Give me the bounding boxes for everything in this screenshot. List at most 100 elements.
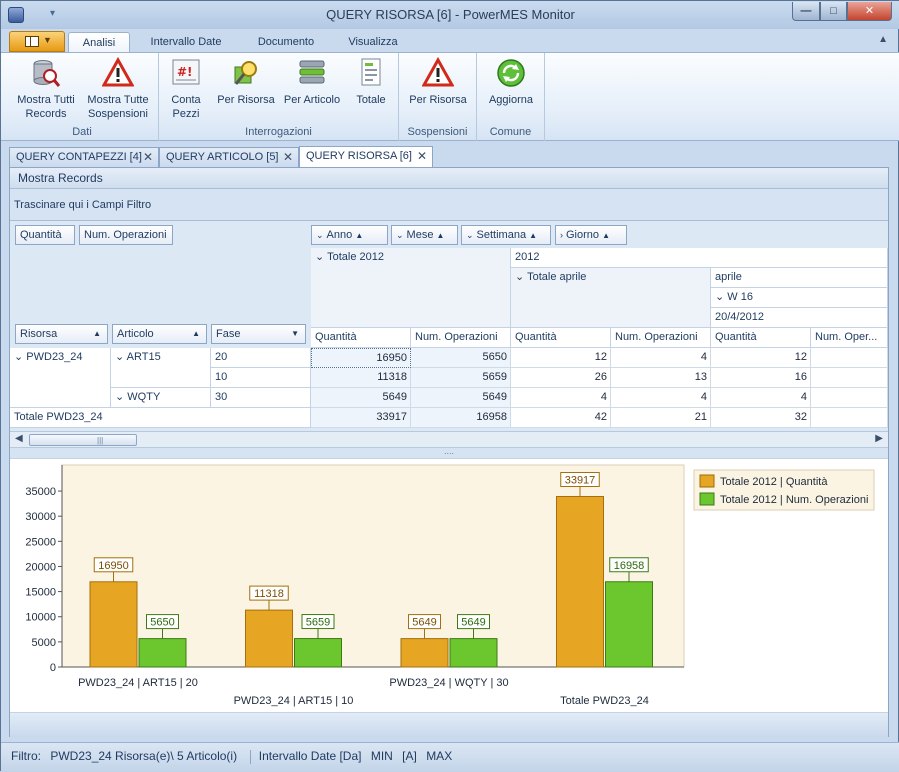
pivot-cell[interactable]: 5649 bbox=[411, 388, 511, 408]
scrollbar-thumb[interactable]: ||| bbox=[29, 434, 137, 446]
pivot-cell[interactable]: 5649 bbox=[311, 388, 411, 408]
bar-num-operazioni bbox=[138, 638, 187, 668]
pivot-total-cell[interactable]: 21 bbox=[611, 408, 711, 428]
date-range-label: Intervallo Date [Da] bbox=[258, 749, 362, 763]
col-header-2012[interactable]: 2012 bbox=[511, 248, 888, 268]
conta-pezzi-button[interactable]: #! Conta Pezzi bbox=[165, 57, 207, 121]
sort-up-icon: ▲ bbox=[602, 231, 611, 240]
row-header-total[interactable]: Totale PWD23_24 bbox=[10, 408, 311, 428]
maximize-button[interactable]: □ bbox=[820, 2, 847, 21]
doc-tab-label: QUERY CONTAPEZZI [4] bbox=[16, 151, 142, 163]
mostra-tutti-records-button[interactable]: Mostra Tutti Records bbox=[10, 57, 82, 121]
column-field-giorno[interactable]: › Giorno ▲ bbox=[555, 225, 627, 245]
close-button[interactable]: ✕ bbox=[847, 2, 892, 21]
pivot-cell[interactable]: 4 bbox=[711, 388, 811, 408]
row-header-articolo[interactable]: ⌄ ART15 bbox=[111, 348, 211, 388]
pivot-total-cell[interactable]: 42 bbox=[511, 408, 611, 428]
resource-search-icon bbox=[234, 61, 257, 85]
pivot-cell[interactable]: 5650 bbox=[411, 348, 511, 368]
pivot-total-cell[interactable] bbox=[811, 408, 888, 428]
pivot-cell[interactable]: 16 bbox=[711, 368, 811, 388]
col-header-totale-aprile[interactable]: ⌄ Totale aprile bbox=[511, 268, 711, 328]
y-tick-label: 20000 bbox=[25, 561, 56, 573]
chevron-down-icon: ⌄ bbox=[115, 351, 125, 363]
bar-quantita bbox=[400, 638, 449, 668]
filter-drop-area[interactable]: Trascinare qui i Campi Filtro bbox=[10, 189, 888, 221]
pivot-cell[interactable] bbox=[811, 388, 888, 408]
pivot-cell[interactable] bbox=[811, 348, 888, 368]
group-label: Dati bbox=[72, 126, 92, 138]
pivot-total-cell[interactable]: 32 bbox=[711, 408, 811, 428]
field-label: Articolo bbox=[117, 328, 154, 340]
row-field-articolo[interactable]: Articolo ▲ bbox=[112, 324, 207, 344]
col-header-w16[interactable]: ⌄ W 16 bbox=[711, 288, 888, 308]
row-header-fase[interactable]: 30 bbox=[211, 388, 311, 408]
row-header-fase[interactable]: 10 bbox=[211, 368, 311, 388]
row-field-risorsa[interactable]: Risorsa ▲ bbox=[15, 324, 108, 344]
close-tab-icon[interactable]: ✕ bbox=[143, 148, 153, 167]
ribbon-group-comune: Aggiorna Comune bbox=[477, 53, 545, 141]
pivot-cell[interactable]: 4 bbox=[611, 388, 711, 408]
minimize-button[interactable]: — bbox=[792, 2, 820, 21]
button-label: Pezzi bbox=[172, 108, 200, 120]
totale-button[interactable]: Totale bbox=[351, 57, 391, 107]
tab-visualizza[interactable]: Visualizza bbox=[338, 32, 408, 53]
doc-tab-query-articolo[interactable]: QUERY ARTICOLO [5] ✕ bbox=[159, 147, 299, 167]
measure-header: Num. Operazioni bbox=[411, 328, 511, 348]
pivot-cell[interactable]: 26 bbox=[511, 368, 611, 388]
data-field-quantita[interactable]: Quantità bbox=[15, 225, 75, 245]
scroll-left-icon[interactable]: ◀ bbox=[15, 433, 23, 444]
data-label: 5649 bbox=[412, 617, 436, 629]
chevron-right-icon: › bbox=[560, 230, 563, 240]
filter-value: PWD23_24 Risorsa(e)\ 5 Articolo(i) bbox=[50, 749, 238, 763]
tab-intervallo-date[interactable]: Intervallo Date bbox=[138, 32, 234, 53]
pivot-cell[interactable]: 13 bbox=[611, 368, 711, 388]
column-field-settimana[interactable]: ⌄ Settimana ▲ bbox=[461, 225, 551, 245]
row-field-fase[interactable]: Fase ▼ bbox=[211, 324, 306, 344]
column-field-anno[interactable]: ⌄ Anno ▲ bbox=[311, 225, 388, 245]
row-header-articolo[interactable]: ⌄ WQTY bbox=[111, 388, 211, 408]
tab-analisi[interactable]: Analisi bbox=[68, 32, 130, 53]
close-tab-icon[interactable]: ✕ bbox=[417, 147, 427, 166]
row-header-fase[interactable]: 20 bbox=[211, 348, 311, 368]
min-label: MIN bbox=[370, 749, 393, 763]
per-risorsa-button[interactable]: Per Risorsa bbox=[215, 57, 277, 107]
pivot-cell[interactable]: 4 bbox=[511, 388, 611, 408]
doc-tab-query-risorsa[interactable]: QUERY RISORSA [6] ✕ bbox=[299, 146, 433, 167]
pivot-cell[interactable]: 11318 bbox=[311, 368, 411, 388]
doc-tab-query-contapezzi[interactable]: QUERY CONTAPEZZI [4] ✕ bbox=[9, 147, 159, 167]
legend-label: Totale 2012 | Quantità bbox=[720, 476, 828, 488]
scroll-right-icon[interactable]: ▶ bbox=[875, 433, 883, 444]
grip-icon: ||| bbox=[97, 436, 104, 445]
row-header-risorsa[interactable]: ⌄ PWD23_24 bbox=[10, 348, 111, 408]
pivot-cell[interactable]: 5659 bbox=[411, 368, 511, 388]
mostra-tutte-sospensioni-button[interactable]: Mostra Tutte Sospensioni bbox=[82, 57, 154, 121]
splitter-handle[interactable]: .... bbox=[10, 447, 888, 458]
pivot-cell[interactable]: 12 bbox=[511, 348, 611, 368]
field-label: Giorno bbox=[566, 229, 600, 241]
tab-documento[interactable]: Documento bbox=[248, 32, 324, 53]
aggiorna-button[interactable]: Aggiorna bbox=[483, 57, 539, 107]
sospensioni-per-risorsa-button[interactable]: Per Risorsa bbox=[405, 57, 471, 107]
column-field-mese[interactable]: ⌄ Mese ▲ bbox=[391, 225, 458, 245]
chevron-down-icon: ⌄ bbox=[466, 230, 474, 240]
button-label: Mostra Tutti bbox=[17, 94, 75, 106]
col-header-totale-2012[interactable]: ⌄ Totale 2012 bbox=[311, 248, 511, 328]
application-menu-button[interactable]: ▼ bbox=[9, 31, 65, 52]
data-field-num-operazioni[interactable]: Num. Operazioni bbox=[79, 225, 173, 245]
pivot-total-cell[interactable]: 16958 bbox=[411, 408, 511, 428]
ribbon-collapse-icon[interactable]: ▲ bbox=[878, 34, 888, 45]
pivot-cell[interactable]: 12 bbox=[711, 348, 811, 368]
bar-num-operazioni bbox=[605, 581, 653, 668]
pivot-total-cell[interactable]: 33917 bbox=[311, 408, 411, 428]
pivot-cell[interactable]: 16950 bbox=[311, 348, 411, 368]
data-label: 5649 bbox=[461, 617, 485, 629]
per-articolo-button[interactable]: Per Articolo bbox=[281, 57, 343, 107]
col-header-day[interactable]: 20/4/2012 bbox=[711, 308, 888, 328]
pivot-cell[interactable] bbox=[811, 368, 888, 388]
pivot-cell[interactable]: 4 bbox=[611, 348, 711, 368]
close-tab-icon[interactable]: ✕ bbox=[283, 148, 293, 167]
bar-num-operazioni bbox=[449, 638, 498, 668]
sort-up-icon: ▲ bbox=[529, 231, 538, 240]
col-header-aprile[interactable]: aprile bbox=[711, 268, 888, 288]
